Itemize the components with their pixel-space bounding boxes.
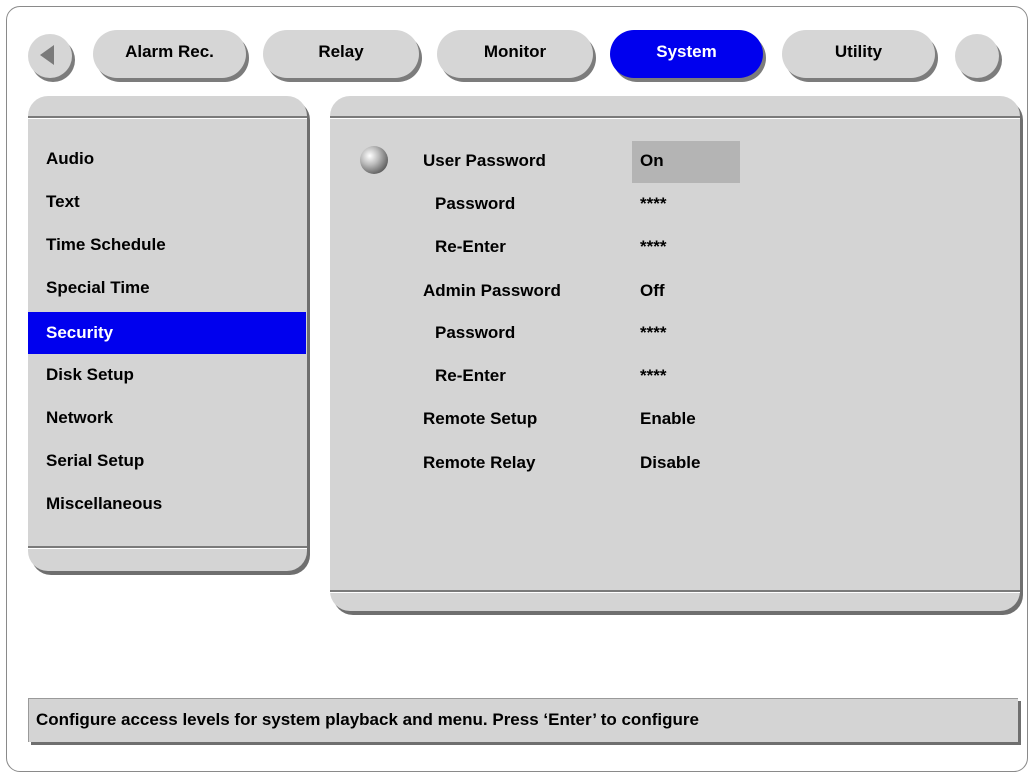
sidebar-item-security[interactable]: Security <box>28 312 306 354</box>
sidebar-item-time-schedule[interactable]: Time Schedule <box>28 224 306 266</box>
sidebar-top-divider <box>28 116 307 119</box>
user-reenter-value[interactable]: **** <box>640 237 666 257</box>
tab-utility[interactable]: Utility <box>782 30 935 78</box>
tab-monitor[interactable]: Monitor <box>437 30 593 78</box>
tab-alarm-rec[interactable]: Alarm Rec. <box>93 30 246 78</box>
user-reenter-label: Re-Enter <box>435 237 506 256</box>
settings-top-divider <box>330 116 1020 119</box>
next-page-button[interactable] <box>955 34 999 78</box>
sidebar-panel: Audio Text Time Schedule Special Time Se… <box>28 96 307 571</box>
user-password-entry-value[interactable]: **** <box>640 194 666 214</box>
remote-setup-value[interactable]: Enable <box>640 409 696 429</box>
sidebar-item-audio[interactable]: Audio <box>28 138 306 180</box>
sphere-cursor-icon <box>360 146 388 174</box>
admin-password-label: Admin Password <box>423 281 561 300</box>
sidebar-item-special-time[interactable]: Special Time <box>28 267 306 309</box>
sidebar-item-disk-setup[interactable]: Disk Setup <box>28 354 306 396</box>
user-password-entry-label: Password <box>435 194 516 213</box>
sidebar-item-network[interactable]: Network <box>28 397 306 439</box>
admin-password-value[interactable]: Off <box>640 281 665 301</box>
triangle-left-icon <box>40 45 54 65</box>
user-password-value[interactable]: On <box>640 151 664 171</box>
prev-page-button[interactable] <box>28 34 72 78</box>
sidebar-item-serial-setup[interactable]: Serial Setup <box>28 440 306 482</box>
admin-password-entry-label: Password <box>435 323 516 342</box>
remote-setup-label: Remote Setup <box>423 409 538 428</box>
status-bar: Configure access levels for system playb… <box>28 698 1018 742</box>
admin-password-entry-value[interactable]: **** <box>640 323 666 343</box>
admin-reenter-label: Re-Enter <box>435 366 506 385</box>
sidebar-item-miscellaneous[interactable]: Miscellaneous <box>28 483 306 525</box>
remote-relay-value[interactable]: Disable <box>640 453 700 473</box>
sidebar-item-text[interactable]: Text <box>28 181 306 223</box>
status-text: Configure access levels for system playb… <box>36 710 699 729</box>
settings-bottom-divider <box>330 590 1020 593</box>
remote-relay-label: Remote Relay <box>423 453 536 472</box>
admin-reenter-value[interactable]: **** <box>640 366 666 386</box>
sidebar-bottom-divider <box>28 546 307 549</box>
user-password-label: User Password <box>423 151 546 170</box>
tab-relay[interactable]: Relay <box>263 30 419 78</box>
tab-system[interactable]: System <box>610 30 763 78</box>
